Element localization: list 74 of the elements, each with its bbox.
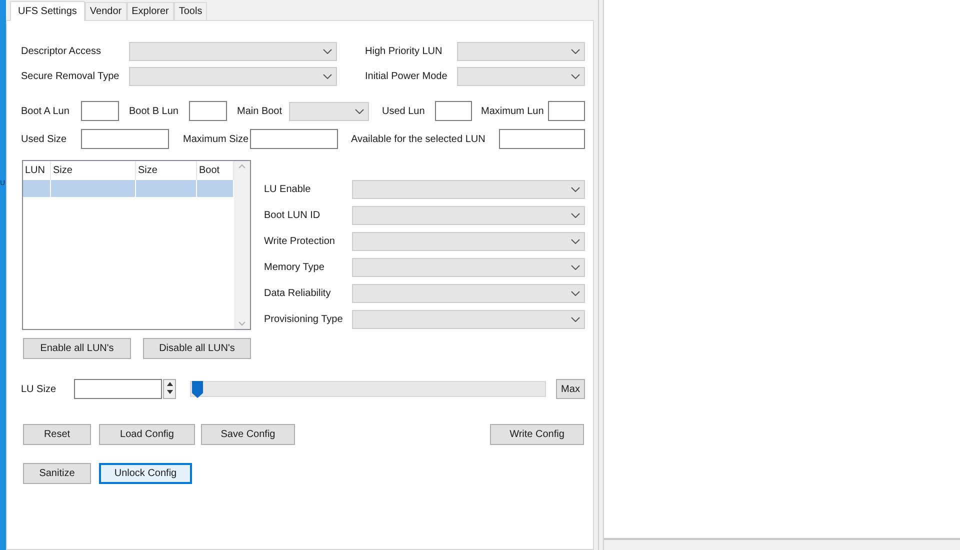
button[interactable]: Save Config [201, 424, 295, 445]
scroll-up-icon[interactable] [238, 164, 246, 169]
column-header[interactable]: Size [136, 161, 197, 180]
scrollbar[interactable] [234, 161, 250, 329]
input-field[interactable] [548, 101, 585, 121]
field-label: Maximum Size [183, 132, 250, 146]
chevron-down-icon [571, 317, 580, 322]
chevron-down-icon [571, 239, 580, 244]
dropdown[interactable] [457, 42, 585, 61]
slider-thumb[interactable] [192, 381, 203, 398]
input-field[interactable] [189, 101, 227, 121]
tab[interactable]: Tools [174, 2, 208, 20]
dropdown[interactable] [352, 310, 585, 329]
dropdown[interactable] [129, 42, 337, 61]
field-label: Available for the selected LUN [351, 132, 486, 146]
input-field[interactable] [81, 129, 169, 149]
input-field[interactable] [250, 129, 338, 149]
field-label: Used Lun [382, 104, 426, 118]
chevron-down-icon [323, 49, 332, 54]
field-label: Used Size [21, 132, 68, 146]
spinner[interactable] [163, 379, 176, 399]
field-label: Boot B Lun [129, 104, 180, 118]
button[interactable]: Disable all LUN's [143, 338, 251, 359]
column-header[interactable]: Size [51, 161, 136, 180]
up-icon[interactable] [166, 382, 172, 386]
chevron-down-icon [355, 108, 364, 114]
scroll-down-icon[interactable] [238, 321, 246, 326]
field-label: High Priority LUN [365, 45, 444, 59]
chevron-down-icon [571, 265, 580, 270]
chevron-down-icon [571, 291, 580, 296]
dropdown[interactable] [457, 67, 585, 86]
chevron-down-icon [323, 74, 332, 79]
dropdown[interactable] [289, 102, 369, 120]
field-label: Memory Type [264, 261, 326, 275]
field-label: Boot LUN ID [264, 209, 322, 223]
field-label: Write Protection [264, 235, 336, 249]
column-header[interactable]: LUN [23, 161, 51, 180]
button[interactable]: Write Config [490, 424, 584, 445]
field-label: Maximum Lun [481, 104, 545, 118]
field-label: Boot A Lun [21, 104, 70, 118]
button[interactable]: Load Config [99, 424, 195, 445]
tab[interactable]: Vendor [84, 2, 127, 20]
max-button[interactable]: Max [556, 379, 585, 399]
field-label: LU Size [21, 382, 58, 396]
chevron-down-icon [571, 49, 580, 54]
field-label: Descriptor Access [21, 45, 102, 59]
dropdown[interactable] [352, 284, 585, 303]
dropdown[interactable] [352, 258, 585, 277]
tab[interactable]: Explorer [126, 2, 174, 20]
dropdown[interactable] [129, 67, 337, 86]
input-field[interactable] [499, 129, 585, 149]
input-field[interactable] [435, 101, 472, 121]
field-label: LU Enable [264, 183, 312, 197]
field-label: Provisioning Type [264, 313, 344, 327]
button[interactable]: Reset [23, 424, 91, 445]
table-row[interactable] [23, 180, 234, 197]
dropdown[interactable] [352, 180, 585, 199]
dropdown[interactable] [352, 206, 585, 225]
column-header[interactable]: Boot [197, 161, 234, 180]
chevron-down-icon [571, 213, 580, 218]
chevron-down-icon [571, 187, 580, 192]
chevron-down-icon [571, 74, 580, 79]
input-field[interactable] [81, 101, 119, 121]
button[interactable]: Sanitize [23, 463, 91, 484]
button[interactable]: Unlock Config [99, 463, 192, 484]
field-label: Main Boot [237, 104, 284, 118]
field-label: Initial Power Mode [365, 70, 448, 84]
button[interactable]: Enable all LUN's [23, 338, 131, 359]
tab[interactable]: UFS Settings [10, 1, 85, 21]
field-label: Secure Removal Type [21, 70, 120, 84]
lu-size-field[interactable] [74, 379, 162, 399]
down-icon[interactable] [166, 390, 172, 394]
dropdown[interactable] [352, 232, 585, 251]
field-label: Data Reliability [264, 287, 332, 301]
